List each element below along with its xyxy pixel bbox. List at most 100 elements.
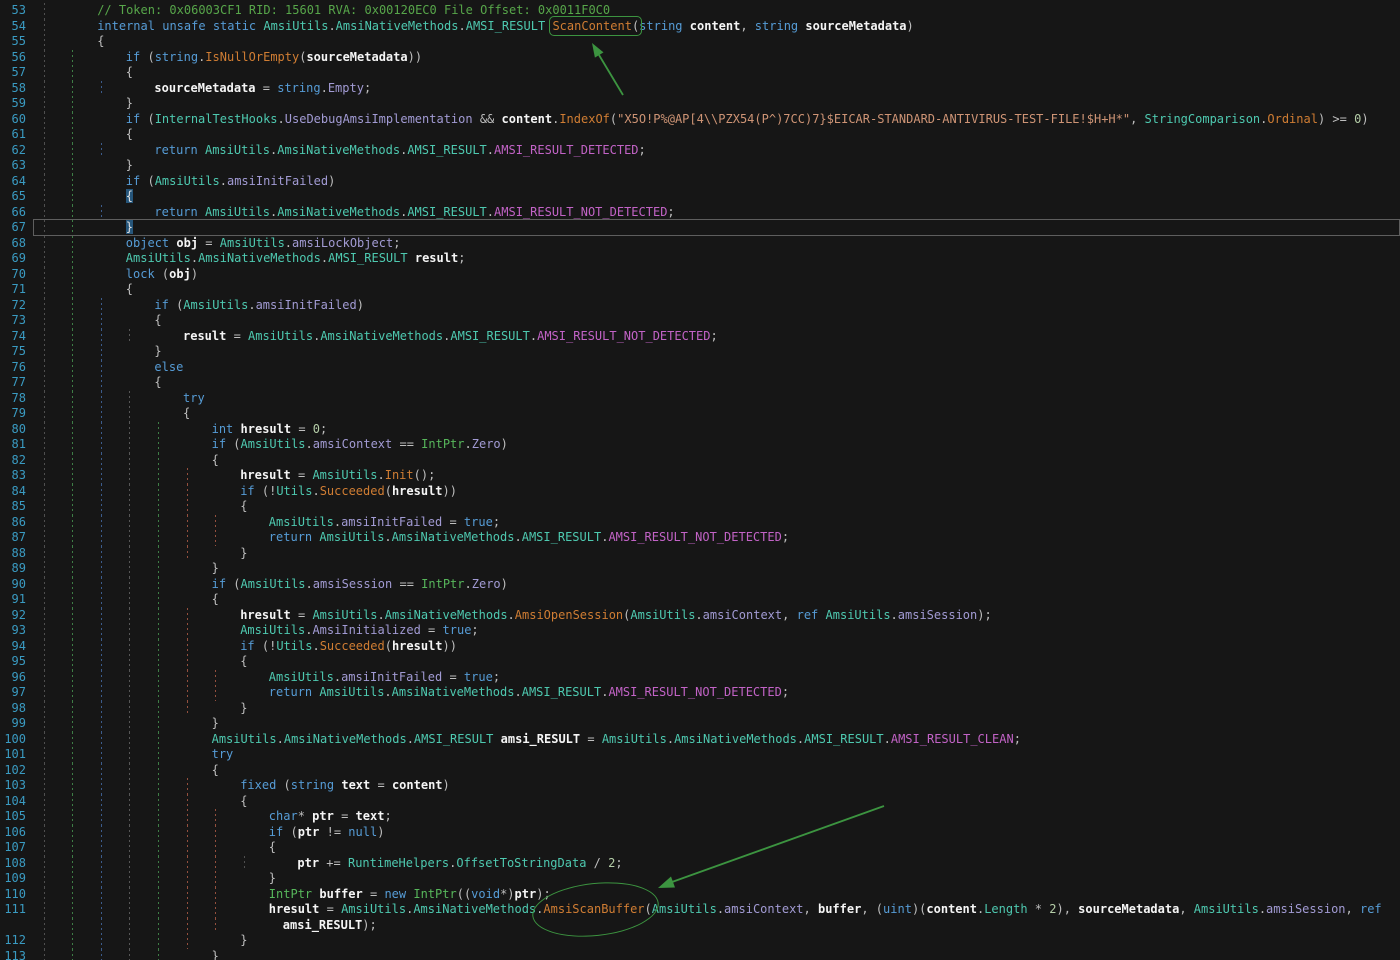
line-number[interactable]: 79 (0, 406, 26, 422)
code-line-86[interactable]: 86AmsiUtils.amsiInitFailed = true; (0, 515, 1400, 531)
line-number[interactable]: 91 (0, 592, 26, 608)
code-line-74[interactable]: 74result = AmsiUtils.AmsiNativeMethods.A… (0, 329, 1400, 345)
line-number[interactable]: 55 (0, 34, 26, 50)
line-number[interactable]: 78 (0, 391, 26, 407)
code-line-72[interactable]: 72if (AmsiUtils.amsiInitFailed) (0, 298, 1400, 314)
code-line-60[interactable]: 60if (InternalTestHooks.UseDebugAmsiImpl… (0, 112, 1400, 128)
code-line-85[interactable]: 85{ (0, 499, 1400, 515)
line-number[interactable]: 106 (0, 825, 26, 841)
code-line-76[interactable]: 76else (0, 360, 1400, 376)
code-line-67[interactable]: 67} (0, 220, 1400, 236)
code-line-95[interactable]: 95{ (0, 654, 1400, 670)
line-number[interactable]: 84 (0, 484, 26, 500)
code-line-wrap[interactable]: amsi_RESULT); (0, 918, 1400, 934)
line-number[interactable]: 70 (0, 267, 26, 283)
code-line-96[interactable]: 96AmsiUtils.amsiInitFailed = true; (0, 670, 1400, 686)
code-line-93[interactable]: 93AmsiUtils.AmsiInitialized = true; (0, 623, 1400, 639)
code-line-61[interactable]: 61{ (0, 127, 1400, 143)
code-line-111[interactable]: 111hresult = AmsiUtils.AmsiNativeMethods… (0, 902, 1400, 918)
code-line-54[interactable]: 54internal unsafe static AmsiUtils.AmsiN… (0, 19, 1400, 35)
code-line-71[interactable]: 71{ (0, 282, 1400, 298)
code-line-77[interactable]: 77{ (0, 375, 1400, 391)
code-line-113[interactable]: 113} (0, 949, 1400, 960)
code-line-109[interactable]: 109} (0, 871, 1400, 887)
line-number[interactable]: 80 (0, 422, 26, 438)
code-line-78[interactable]: 78try (0, 391, 1400, 407)
code-line-80[interactable]: 80int hresult = 0; (0, 422, 1400, 438)
code-line-75[interactable]: 75} (0, 344, 1400, 360)
line-number[interactable]: 62 (0, 143, 26, 159)
line-number[interactable]: 108 (0, 856, 26, 872)
code-line-104[interactable]: 104{ (0, 794, 1400, 810)
line-number[interactable]: 94 (0, 639, 26, 655)
line-number[interactable]: 109 (0, 871, 26, 887)
code-line-68[interactable]: 68object obj = AmsiUtils.amsiLockObject; (0, 236, 1400, 252)
line-number[interactable]: 92 (0, 608, 26, 624)
line-number[interactable]: 89 (0, 561, 26, 577)
code-line-99[interactable]: 99} (0, 716, 1400, 732)
code-line-92[interactable]: 92hresult = AmsiUtils.AmsiNativeMethods.… (0, 608, 1400, 624)
line-number[interactable]: 93 (0, 623, 26, 639)
code-line-59[interactable]: 59} (0, 96, 1400, 112)
line-number[interactable]: 54 (0, 19, 26, 35)
code-line-97[interactable]: 97return AmsiUtils.AmsiNativeMethods.AMS… (0, 685, 1400, 701)
code-line-69[interactable]: 69AmsiUtils.AmsiNativeMethods.AMSI_RESUL… (0, 251, 1400, 267)
line-number[interactable]: 77 (0, 375, 26, 391)
line-number[interactable]: 86 (0, 515, 26, 531)
code-line-98[interactable]: 98} (0, 701, 1400, 717)
line-number[interactable]: 68 (0, 236, 26, 252)
line-number[interactable]: 90 (0, 577, 26, 593)
line-number[interactable]: 81 (0, 437, 26, 453)
code-line-110[interactable]: 110IntPtr buffer = new IntPtr((void*)ptr… (0, 887, 1400, 903)
line-number[interactable]: 104 (0, 794, 26, 810)
code-line-101[interactable]: 101try (0, 747, 1400, 763)
code-line-62[interactable]: 62return AmsiUtils.AmsiNativeMethods.AMS… (0, 143, 1400, 159)
code-line-70[interactable]: 70lock (obj) (0, 267, 1400, 283)
line-number[interactable]: 61 (0, 127, 26, 143)
line-number[interactable]: 72 (0, 298, 26, 314)
line-number[interactable]: 100 (0, 732, 26, 748)
code-line-53[interactable]: 53// Token: 0x06003CF1 RID: 15601 RVA: 0… (0, 3, 1400, 19)
line-number[interactable]: 101 (0, 747, 26, 763)
line-number[interactable]: 85 (0, 499, 26, 515)
line-number[interactable]: 83 (0, 468, 26, 484)
line-number[interactable]: 110 (0, 887, 26, 903)
line-number[interactable]: 107 (0, 840, 26, 856)
line-number[interactable]: 112 (0, 933, 26, 949)
code-line-58[interactable]: 58sourceMetadata = string.Empty; (0, 81, 1400, 97)
line-number[interactable]: 82 (0, 453, 26, 469)
code-line-55[interactable]: 55{ (0, 34, 1400, 50)
code-line-57[interactable]: 57{ (0, 65, 1400, 81)
line-number[interactable]: 56 (0, 50, 26, 66)
line-number[interactable]: 71 (0, 282, 26, 298)
code-line-79[interactable]: 79{ (0, 406, 1400, 422)
line-number[interactable]: 64 (0, 174, 26, 190)
line-number[interactable]: 73 (0, 313, 26, 329)
line-number[interactable]: 95 (0, 654, 26, 670)
line-number[interactable]: 99 (0, 716, 26, 732)
line-number[interactable]: 57 (0, 65, 26, 81)
code-line-63[interactable]: 63} (0, 158, 1400, 174)
line-number[interactable]: 58 (0, 81, 26, 97)
line-number[interactable]: 96 (0, 670, 26, 686)
code-line-102[interactable]: 102{ (0, 763, 1400, 779)
line-number[interactable]: 98 (0, 701, 26, 717)
line-number[interactable]: 75 (0, 344, 26, 360)
code-line-88[interactable]: 88} (0, 546, 1400, 562)
line-number[interactable]: 113 (0, 949, 26, 960)
line-number[interactable]: 59 (0, 96, 26, 112)
code-line-65[interactable]: 65{ (0, 189, 1400, 205)
code-line-89[interactable]: 89} (0, 561, 1400, 577)
code-line-103[interactable]: 103fixed (string text = content) (0, 778, 1400, 794)
line-number[interactable]: 65 (0, 189, 26, 205)
line-number[interactable]: 53 (0, 3, 26, 19)
code-line-100[interactable]: 100AmsiUtils.AmsiNativeMethods.AMSI_RESU… (0, 732, 1400, 748)
code-line-107[interactable]: 107{ (0, 840, 1400, 856)
line-number[interactable]: 87 (0, 530, 26, 546)
line-number[interactable]: 66 (0, 205, 26, 221)
code-line-105[interactable]: 105char* ptr = text; (0, 809, 1400, 825)
code-line-64[interactable]: 64if (AmsiUtils.amsiInitFailed) (0, 174, 1400, 190)
line-number[interactable]: 102 (0, 763, 26, 779)
code-line-90[interactable]: 90if (AmsiUtils.amsiSession == IntPtr.Ze… (0, 577, 1400, 593)
line-number[interactable]: 69 (0, 251, 26, 267)
